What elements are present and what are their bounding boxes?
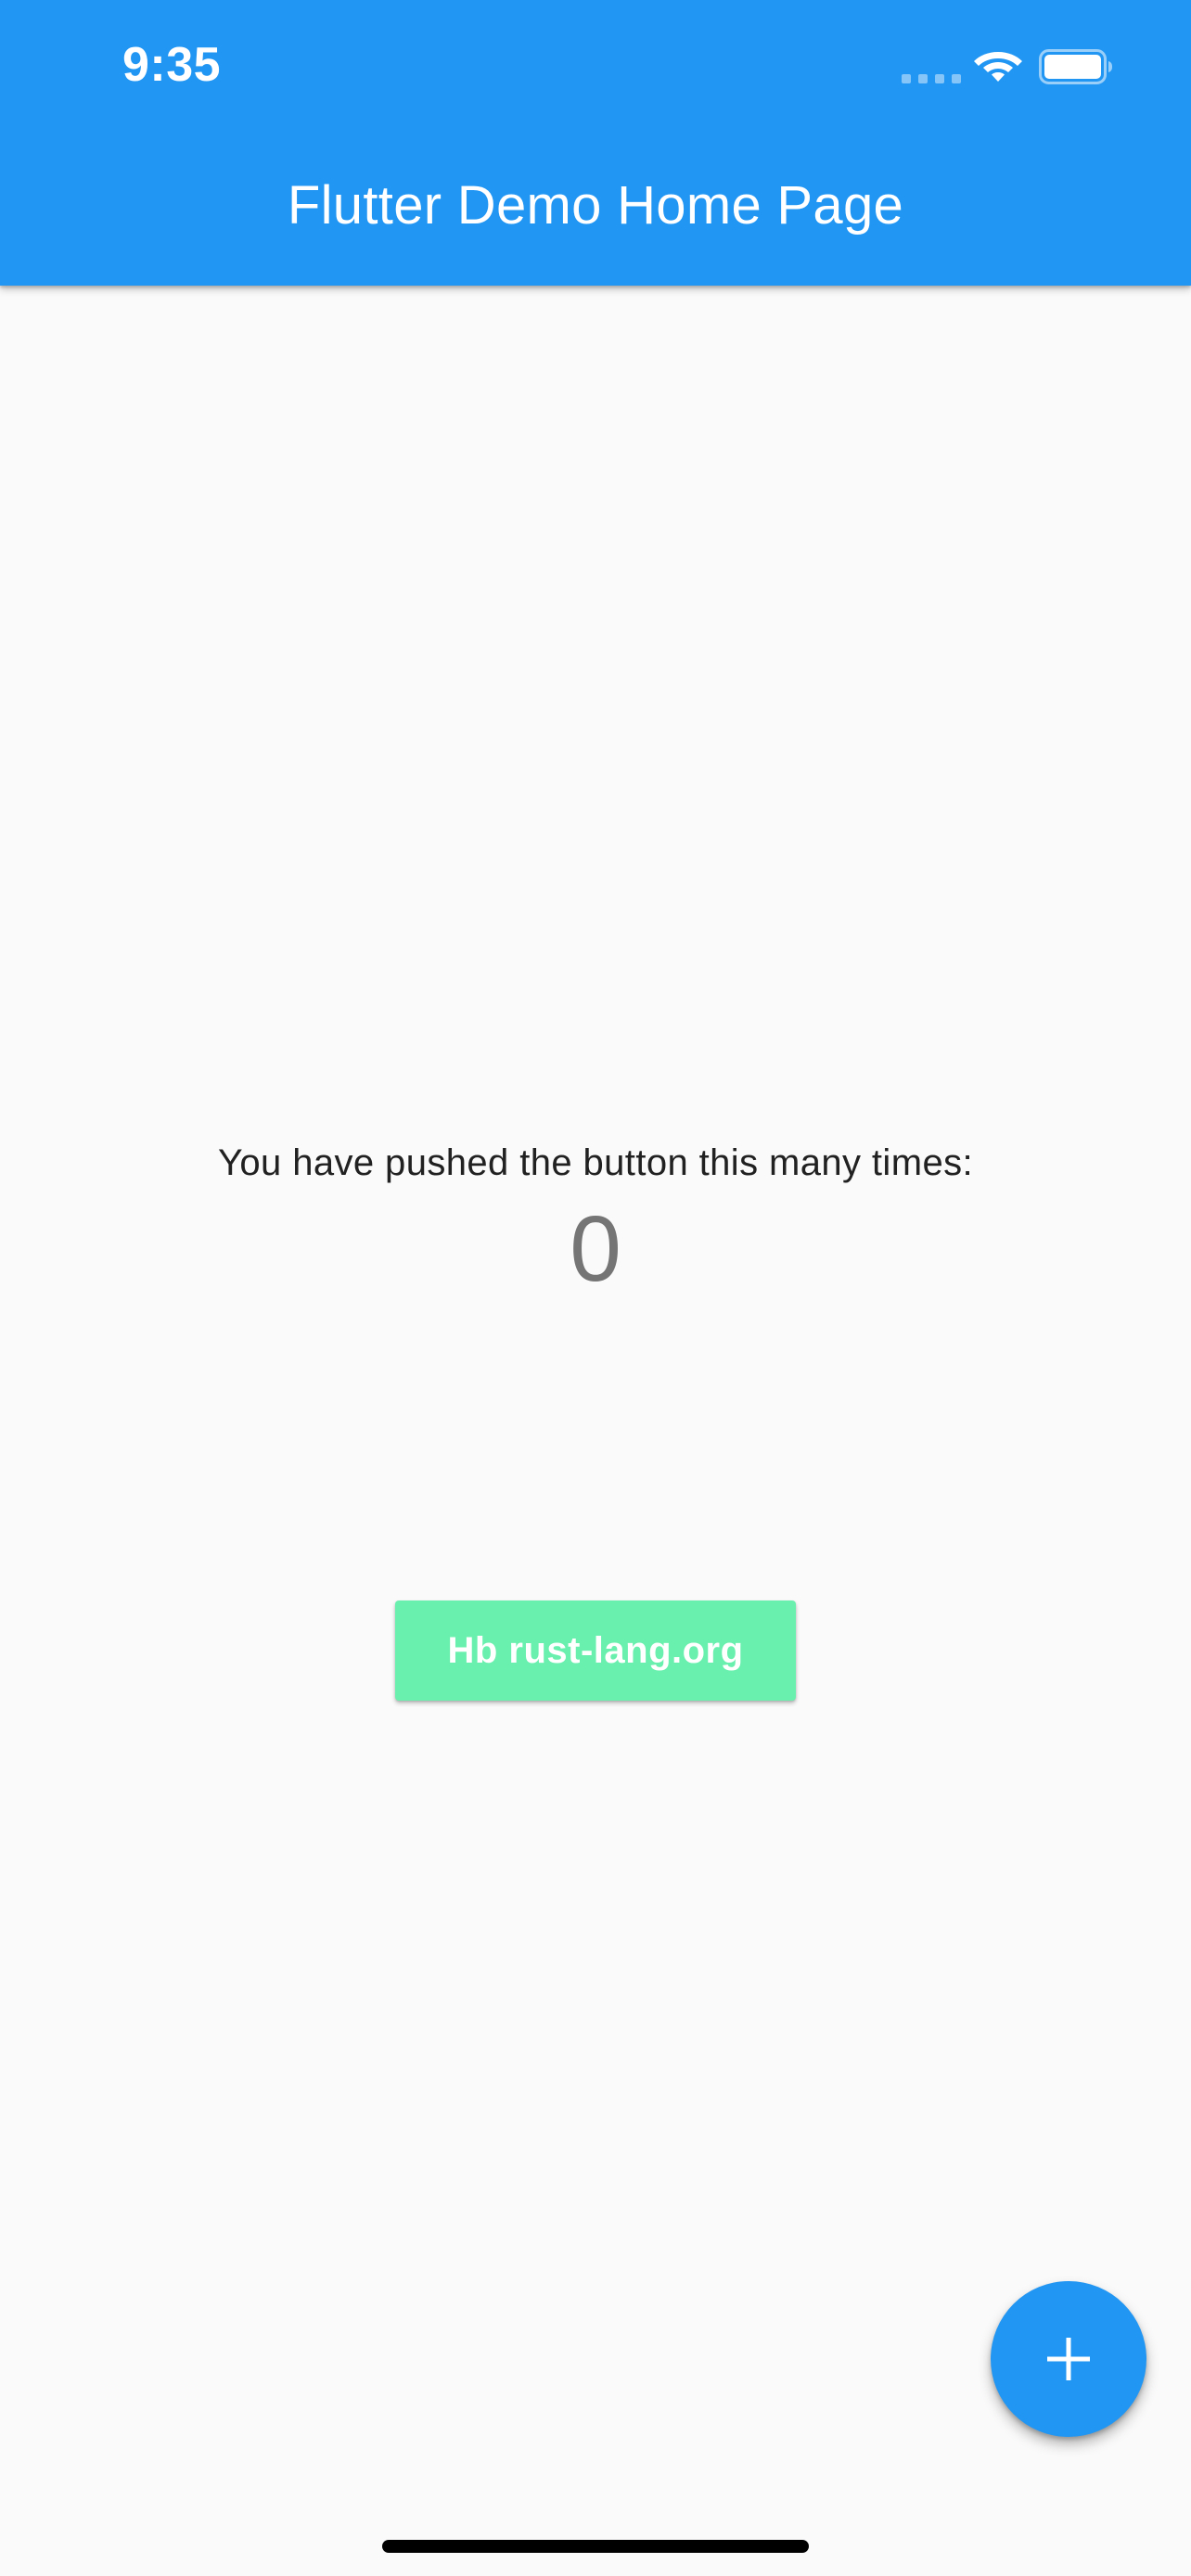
app-screen: 9:35 Flutter Demo Home Page You have pus… [0,0,1191,2576]
battery-icon [1039,49,1112,84]
rust-lang-link-button[interactable]: Hb rust-lang.org [395,1600,796,1701]
signal-dot [918,74,928,83]
home-indicator[interactable] [382,2540,809,2553]
signal-dot [952,74,961,83]
increment-fab-button[interactable] [991,2281,1146,2437]
wifi-icon [974,52,1022,82]
app-bar: 9:35 Flutter Demo Home Page [0,0,1191,286]
plus-icon [1047,2338,1090,2380]
counter-value: 0 [570,1197,621,1301]
page-title: Flutter Demo Home Page [287,175,904,236]
cellular-signal-icon [902,74,961,83]
counter-label: You have pushed the button this many tim… [217,1142,974,1183]
signal-dot [935,74,944,83]
signal-dot [902,74,911,83]
status-time: 9:35 [122,38,222,92]
